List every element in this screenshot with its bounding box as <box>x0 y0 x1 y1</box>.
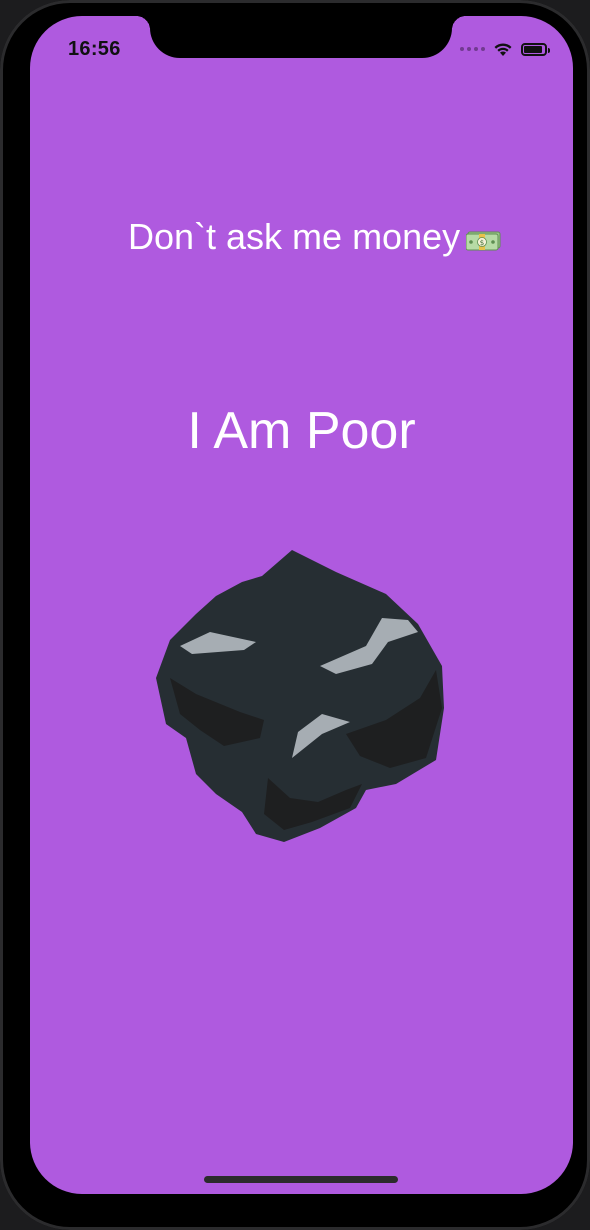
subtitle-label: Don`t ask me money $ <box>128 216 502 258</box>
notch <box>136 16 466 58</box>
status-icons <box>460 38 550 60</box>
subtitle-text: Don`t ask me money <box>128 216 461 257</box>
device-frame: 16:56 Don`t ask me money $ I Am Poor <box>0 0 590 1230</box>
status-time: 16:56 <box>68 38 121 60</box>
home-indicator[interactable] <box>204 1176 398 1183</box>
battery-icon <box>521 42 550 56</box>
money-with-wings-icon: $ <box>466 231 501 251</box>
page-title: I Am Poor <box>187 402 416 460</box>
svg-text:$: $ <box>480 239 484 247</box>
wifi-icon <box>494 42 512 56</box>
cellular-signal-icon <box>460 47 485 51</box>
battery-level <box>524 45 542 53</box>
app-screen: 16:56 Don`t ask me money $ I Am Poor <box>30 16 573 1194</box>
coal-icon <box>156 550 444 842</box>
